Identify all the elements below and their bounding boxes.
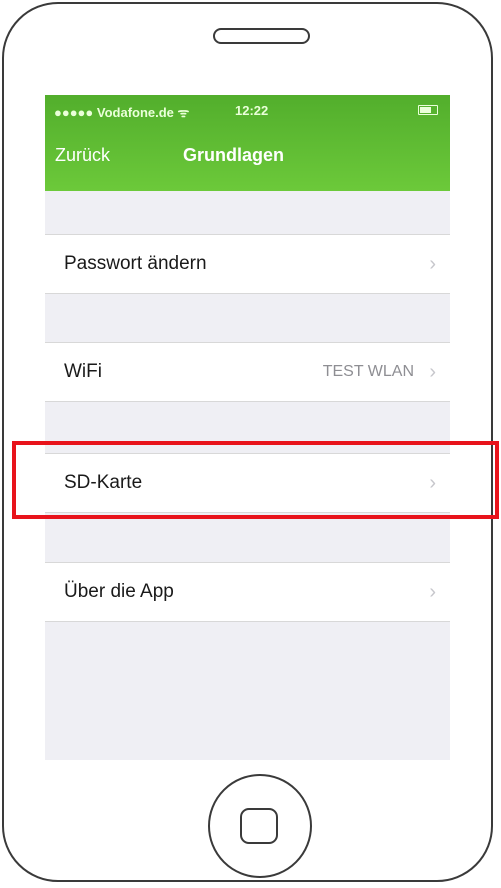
page-title: Grundlagen xyxy=(183,145,285,165)
wifi-network-value: TEST WLAN xyxy=(322,363,414,380)
chevron-right-icon: › xyxy=(429,581,436,603)
row-label: WiFi xyxy=(64,361,102,382)
speaker-slot xyxy=(213,28,310,44)
row-label: Passwort ändern xyxy=(64,253,207,274)
row-ueber-die-app[interactable]: Über die App › xyxy=(45,562,450,622)
highlight-box xyxy=(12,441,499,519)
home-button-icon xyxy=(240,808,278,844)
chevron-right-icon: › xyxy=(429,361,436,383)
status-bar: ●●●●● Vodafone.de ᯤ 12:22 xyxy=(45,95,450,125)
chevron-right-icon: › xyxy=(429,253,436,275)
back-button[interactable]: Zurück xyxy=(55,145,110,166)
navigation-bar: ●●●●● Vodafone.de ᯤ 12:22 Zurück Grundla… xyxy=(45,95,450,191)
status-time: 12:22 xyxy=(235,103,269,118)
row-passwort-aendern[interactable]: Passwort ändern › xyxy=(45,234,450,294)
phone-screen: ●●●●● Vodafone.de ᯤ 12:22 Zurück Grundla… xyxy=(45,95,450,760)
carrier-signal: ●●●●● Vodafone.de ᯤ xyxy=(54,105,190,120)
row-label: Über die App xyxy=(64,581,174,602)
battery-icon xyxy=(418,105,438,115)
row-wifi[interactable]: WiFi TEST WLAN › xyxy=(45,342,450,402)
